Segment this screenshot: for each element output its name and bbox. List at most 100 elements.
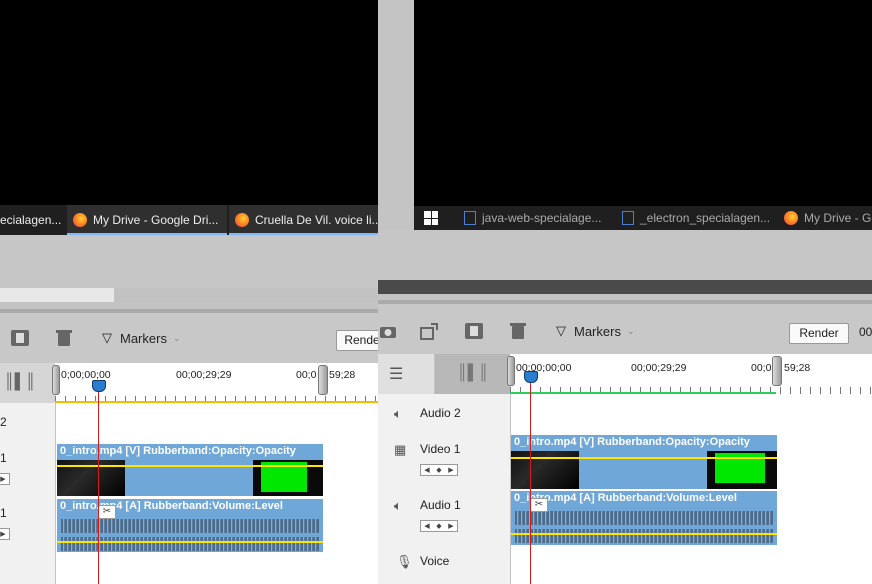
track-header: 🔈︎ Audio 2 [378, 394, 511, 434]
timecode-mid: 00;00;29;29 [176, 369, 232, 381]
rotate-icon[interactable] [418, 320, 442, 342]
taskbar-item-label: My Drive - Google Dri... [93, 213, 219, 227]
audio-clip[interactable]: 0_intro.mp4 [A] Rubberband:Volume:Level [511, 491, 777, 545]
film-icon[interactable]: ▦ [394, 442, 406, 458]
windows-logo-icon [424, 211, 438, 225]
keyframe-controls[interactable]: ◀◆▶ [420, 464, 458, 476]
work-area-start-handle[interactable] [52, 365, 60, 395]
markers-dropdown[interactable]: ▽ Markers ⌄ [102, 330, 181, 346]
audio-waveform [515, 511, 773, 525]
chevron-down-icon: ⌄ [626, 325, 635, 336]
audio-waveform [515, 529, 773, 543]
speaker-icon[interactable]: 🔈︎ [394, 498, 402, 514]
track-label: Voice [420, 554, 450, 568]
razor-tool-icon[interactable]: ✂ [98, 505, 116, 519]
app-icon [622, 211, 634, 225]
playhead-line[interactable] [98, 388, 99, 584]
taskbar-item-label: My Drive - G [804, 211, 872, 225]
progress-strip [0, 288, 114, 302]
timeline-toolbar: ▽ Markers ⌄ Rende [0, 313, 378, 363]
scroll-strip [378, 280, 872, 294]
export-frame-icon[interactable] [8, 327, 32, 349]
microphone-icon[interactable]: 🎙︎ [396, 554, 413, 570]
firefox-icon [73, 213, 87, 227]
track-video-1: ▦ Video 1 ◀ ◆ ▶ 0_intro.mp4 [V] Rubberband… [378, 434, 872, 491]
firefox-icon [784, 211, 798, 225]
markers-label: Markers [574, 323, 621, 339]
razor-tool-icon[interactable]: ✂ [530, 498, 548, 512]
track-audio-2: 2 [0, 403, 378, 444]
work-area-end-handle[interactable] [318, 365, 328, 395]
taskbar-item-my-drive[interactable]: My Drive - Google Dri... [67, 205, 227, 235]
blank-area [0, 235, 378, 288]
markers-label: Markers [120, 330, 167, 346]
playhead-marker[interactable] [92, 380, 106, 392]
work-area-end-handle[interactable] [772, 356, 782, 386]
track-header: 🔈︎ Audio 1 ◀ ◆ ▶ [378, 490, 511, 546]
timecode-end: 00;0 [296, 369, 317, 381]
start-button[interactable] [424, 206, 438, 230]
track-header: 1 ◀◆▶ [0, 443, 56, 498]
timecode-end: 00;0 [751, 362, 772, 374]
taskbar-item-label: ecialagen... [0, 213, 62, 227]
chevron-down-icon: ⌄ [172, 332, 181, 343]
playhead-marker[interactable] [524, 371, 538, 383]
track-layout-toggle[interactable]: ☰ [378, 354, 434, 394]
taskbar-item-cruella[interactable]: Cruella De Vil. voice li... [229, 205, 378, 235]
track-header: 2 [0, 403, 56, 443]
blank-area [378, 230, 872, 280]
track-header: 🎙︎ Voice [378, 546, 511, 584]
volume-rubberband[interactable] [511, 533, 777, 535]
export-frame-icon[interactable] [462, 320, 486, 342]
opacity-rubberband[interactable] [57, 465, 323, 467]
video-clip[interactable]: 0_intro.mp4 [V] Rubberband:Opacity:Opaci… [57, 444, 323, 496]
track-audio-2: 🔈︎ Audio 2 [378, 394, 872, 435]
trash-icon[interactable] [52, 327, 76, 349]
progress-strip-rest [114, 288, 378, 302]
video-clip[interactable]: 0_intro.mp4 [V] Rubberband:Opacity:Opaci… [511, 435, 777, 489]
timecode-end-2: 59;28 [329, 369, 356, 381]
taskbar-item-electron[interactable]: _electron_specialagen... [622, 206, 772, 230]
audio-waveform-toggle[interactable]: ║▌║ [435, 354, 510, 394]
track-video-1: 1 ◀◆▶ 0_intro.mp4 [V] Rubberband:Opacity… [0, 443, 378, 499]
video-preview-black [0, 0, 378, 205]
keyframe-controls[interactable]: ◀◆▶ [420, 520, 458, 532]
track-label: 1 [0, 506, 7, 520]
opacity-rubberband[interactable] [511, 457, 777, 459]
keyframe-controls[interactable]: ◀◆▶ [0, 473, 10, 485]
volume-rubberband[interactable] [57, 541, 323, 543]
taskbar-item[interactable]: ecialagen... [0, 205, 63, 235]
audio-waveform-toggle[interactable]: ║▌║ [0, 363, 55, 403]
left-editor-window: ecialagen... My Drive - Google Dri... Cr… [0, 0, 378, 584]
track-label: 2 [0, 415, 7, 429]
playhead-line[interactable] [530, 380, 531, 584]
window-gap [378, 0, 414, 230]
track-audio-1: 🔈︎ Audio 1 ◀ ◆ ▶ 0_intro.mp4 [A] Rubberban… [378, 490, 872, 547]
camera-icon[interactable] [378, 320, 400, 342]
track-label: Video 1 [420, 442, 461, 456]
markers-dropdown[interactable]: ▽ Markers ⌄ [556, 323, 635, 339]
trash-icon[interactable] [506, 320, 530, 342]
taskbar-item-my-drive[interactable]: My Drive - G [784, 206, 872, 230]
audio-waveform [61, 537, 319, 551]
taskbar-item-label: java-web-specialage... [482, 211, 602, 225]
track-voice: 🎙︎ Voice [378, 546, 872, 584]
track-label: 1 [0, 451, 7, 465]
speaker-icon[interactable]: 🔈︎ [394, 406, 402, 422]
waveform-icon: ║▌║ [457, 364, 489, 381]
taskbar-item-java-web[interactable]: java-web-specialage... [464, 206, 614, 230]
clip-label: 0_intro.mp4 [A] Rubberband:Volume:Level [60, 500, 283, 512]
work-area-start-handle[interactable] [507, 356, 515, 386]
timecode-end-2: 59;28 [784, 362, 811, 374]
track-audio-1: 1 ◀◆▶ 0_intro.mp4 [A] Rubberband:Volume:… [0, 498, 378, 555]
audio-clip[interactable]: 0_intro.mp4 [A] Rubberband:Volume:Level [57, 499, 323, 552]
timeline-toolbar: ▽ Markers ⌄ Render 00 [378, 304, 872, 354]
render-button[interactable]: Rende [336, 330, 378, 351]
firefox-icon [235, 213, 249, 227]
right-editor-window: java-web-specialage... _electron_special… [378, 0, 872, 584]
keyframe-controls[interactable]: ◀◆▶ [0, 528, 10, 540]
render-button[interactable]: Render [789, 323, 849, 344]
timeline-ruler[interactable]: 00;00;00;00 00;00;29;29 00;0 59;28 [510, 354, 872, 394]
taskbar-item-label: _electron_specialagen... [640, 211, 771, 225]
waveform-icon: ║▌║ [4, 373, 36, 390]
